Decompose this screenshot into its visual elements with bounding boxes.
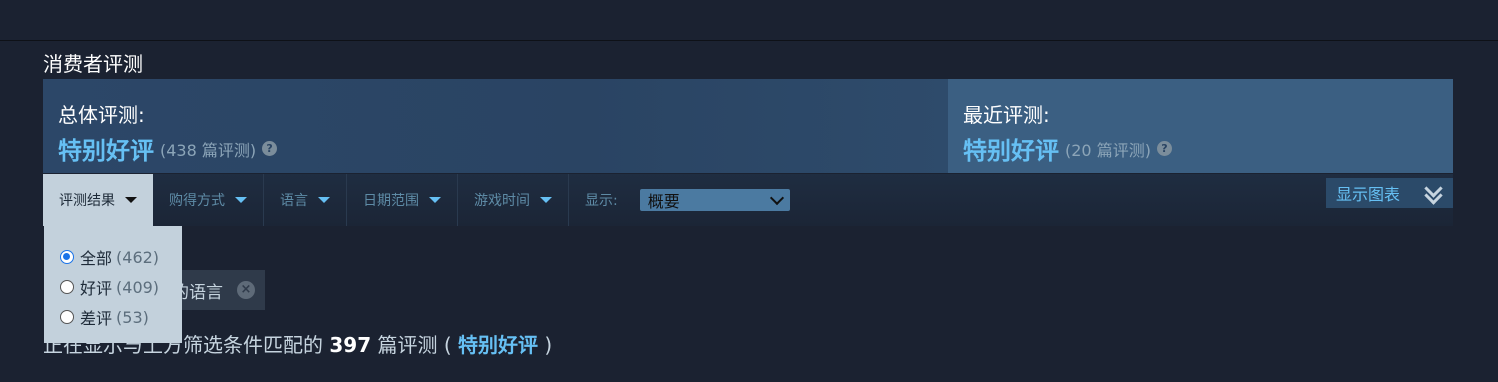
overall-reviews-panel: 总体评测: 特别好评 (438 篇评测) ? [43, 79, 948, 173]
review-type-dropdown: 全部 (462) 好评 (409) 差评 (53) [44, 226, 182, 343]
display-control: 显示: 概要 [569, 189, 790, 211]
option-all[interactable]: 全部 (462) [44, 242, 182, 272]
overall-rating[interactable]: 特别好评 [58, 131, 154, 166]
option-negative[interactable]: 差评 (53) [44, 302, 182, 332]
filter-label: 语言 [280, 193, 308, 209]
filter-review-type[interactable]: 评测结果 [43, 174, 153, 226]
help-icon[interactable]: ? [262, 141, 278, 156]
overall-review-count: (438 篇评测) [160, 140, 257, 160]
close-icon[interactable]: × [237, 281, 255, 299]
result-rating[interactable]: 特别好评 [458, 333, 538, 357]
result-suffix: ) [544, 333, 553, 357]
recent-review-count: (20 篇评测) [1065, 140, 1151, 160]
caret-down-icon [540, 197, 552, 203]
option-label: 差评 [80, 309, 113, 328]
active-filter-tag: 的语言 × [170, 270, 265, 310]
option-label: 全部 [80, 249, 113, 268]
section-title: 消费者评测 [43, 52, 143, 76]
show-graph-button[interactable]: 显示图表 [1326, 178, 1453, 208]
double-chevron-down-icon [1423, 179, 1443, 205]
recent-reviews-label: 最近评测: [963, 103, 1050, 127]
caret-down-icon [318, 197, 330, 203]
option-positive[interactable]: 好评 (409) [44, 272, 182, 302]
chevron-down-icon [769, 190, 784, 205]
caret-down-icon [125, 197, 137, 203]
filter-label: 评测结果 [59, 193, 115, 209]
display-select[interactable]: 概要 [639, 189, 790, 211]
radio-button[interactable] [60, 310, 74, 324]
recent-rating[interactable]: 特别好评 [963, 131, 1059, 166]
display-label: 显示: [585, 193, 618, 209]
caret-down-icon [235, 197, 247, 203]
filter-label: 游戏时间 [474, 193, 530, 209]
help-icon[interactable]: ? [1156, 141, 1172, 156]
result-unit: 篇评测 ( [377, 333, 452, 357]
filter-purchase-type[interactable]: 购得方式 [153, 174, 264, 226]
top-divider [0, 40, 1498, 41]
filter-date-range[interactable]: 日期范围 [347, 174, 458, 226]
option-count: (409) [116, 277, 160, 297]
radio-button-checked[interactable] [60, 250, 74, 264]
filter-playtime[interactable]: 游戏时间 [458, 174, 569, 226]
option-label: 好评 [80, 279, 113, 298]
radio-button[interactable] [60, 280, 74, 294]
filter-label: 购得方式 [169, 193, 225, 209]
filter-bar: 评测结果 购得方式 语言 日期范围 游戏时间 显示: 概要 显示图表 [43, 174, 1453, 226]
filter-label: 日期范围 [363, 193, 419, 209]
filter-language[interactable]: 语言 [264, 174, 347, 226]
recent-reviews-line: 特别好评 (20 篇评测) ? [963, 131, 1172, 166]
result-count: 397 [329, 333, 372, 357]
overall-reviews-line: 特别好评 (438 篇评测) ? [58, 131, 278, 166]
option-count: (462) [116, 247, 160, 267]
option-count: (53) [116, 307, 149, 327]
recent-reviews-panel: 最近评测: 特别好评 (20 篇评测) ? [948, 79, 1453, 173]
display-selected-value: 概要 [647, 192, 680, 211]
overall-reviews-label: 总体评测: [58, 103, 145, 127]
caret-down-icon [429, 197, 441, 203]
show-graph-label: 显示图表 [1336, 185, 1401, 204]
review-summary: 总体评测: 特别好评 (438 篇评测) ? 最近评测: 特别好评 (20 篇评… [43, 79, 1453, 173]
